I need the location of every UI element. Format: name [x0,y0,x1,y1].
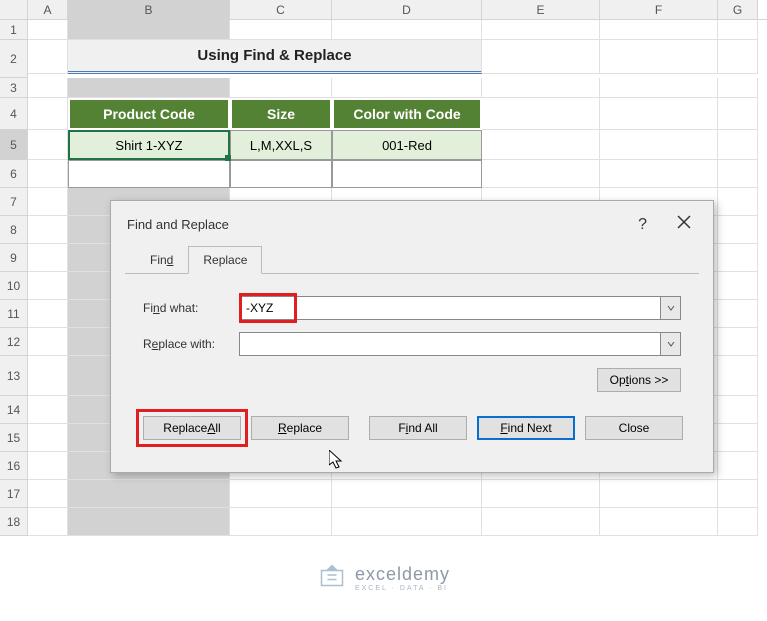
replace-dropdown-button[interactable] [661,332,681,356]
chevron-down-icon [667,340,675,348]
row-header-16[interactable]: 16 [0,452,28,480]
replace-with-input[interactable] [239,332,661,356]
find-replace-dialog: Find and Replace ? Find Replace Find wha… [110,200,714,473]
col-header-c[interactable]: C [230,0,332,19]
brand-logo: exceldemy EXCEL · DATA · BI [0,563,767,593]
row-header-14[interactable]: 14 [0,396,28,424]
col-header-f[interactable]: F [600,0,718,19]
row-header-2[interactable]: 2 [0,40,28,78]
chevron-down-icon [667,304,675,312]
worksheet-title: Using Find & Replace [68,40,482,74]
row-header-4[interactable]: 4 [0,98,28,130]
find-next-button[interactable]: Find Next [477,416,575,440]
row-header-1[interactable]: 1 [0,20,28,40]
col-header-b[interactable]: B [68,0,230,19]
close-button[interactable]: Close [585,416,683,440]
replace-with-label: Replace with: [143,337,239,351]
dialog-title: Find and Replace [127,217,229,232]
table-header-product: Product Code [68,98,230,130]
replace-button[interactable]: Replace [251,416,349,440]
brand-name: exceldemy [355,564,450,584]
column-headers: A B C D E F G [0,0,767,20]
row-header-13[interactable]: 13 [0,356,28,396]
find-what-input[interactable] [239,296,661,320]
exceldemy-icon [317,563,347,593]
mouse-cursor-icon [329,450,347,470]
row-header-11[interactable]: 11 [0,300,28,328]
col-header-e[interactable]: E [482,0,600,19]
options-button[interactable]: Options >> [597,368,681,392]
find-all-button[interactable]: Find All [369,416,467,440]
select-all-corner[interactable] [0,0,28,19]
col-header-d[interactable]: D [332,0,482,19]
row-header-17[interactable]: 17 [0,480,28,508]
find-what-label: Find what: [143,301,239,315]
row-header-6[interactable]: 6 [0,160,28,188]
brand-tagline: EXCEL · DATA · BI [355,585,450,592]
row-header-7[interactable]: 7 [0,188,28,216]
row-header-12[interactable]: 12 [0,328,28,356]
row-header-5[interactable]: 5 [0,130,28,160]
row-header-9[interactable]: 9 [0,244,28,272]
replace-all-button[interactable]: Replace All [143,416,241,440]
cell-b5[interactable]: Shirt 1-XYZ [68,130,230,160]
row-header-15[interactable]: 15 [0,424,28,452]
table-header-color: Color with Code [332,98,482,130]
table-header-size: Size [230,98,332,130]
row-header-8[interactable]: 8 [0,216,28,244]
row-header-3[interactable]: 3 [0,78,28,98]
dialog-tabs: Find Replace [135,246,699,274]
find-dropdown-button[interactable] [661,296,681,320]
tab-find[interactable]: Find [135,246,188,274]
tab-replace[interactable]: Replace [188,246,262,274]
help-button[interactable]: ? [632,214,653,236]
close-icon[interactable] [671,213,697,236]
row-header-18[interactable]: 18 [0,508,28,536]
col-header-g[interactable]: G [718,0,758,19]
cell-c5[interactable]: L,M,XXL,S [230,130,332,160]
cell-d5[interactable]: 001-Red [332,130,482,160]
row-header-10[interactable]: 10 [0,272,28,300]
col-header-a[interactable]: A [28,0,68,19]
